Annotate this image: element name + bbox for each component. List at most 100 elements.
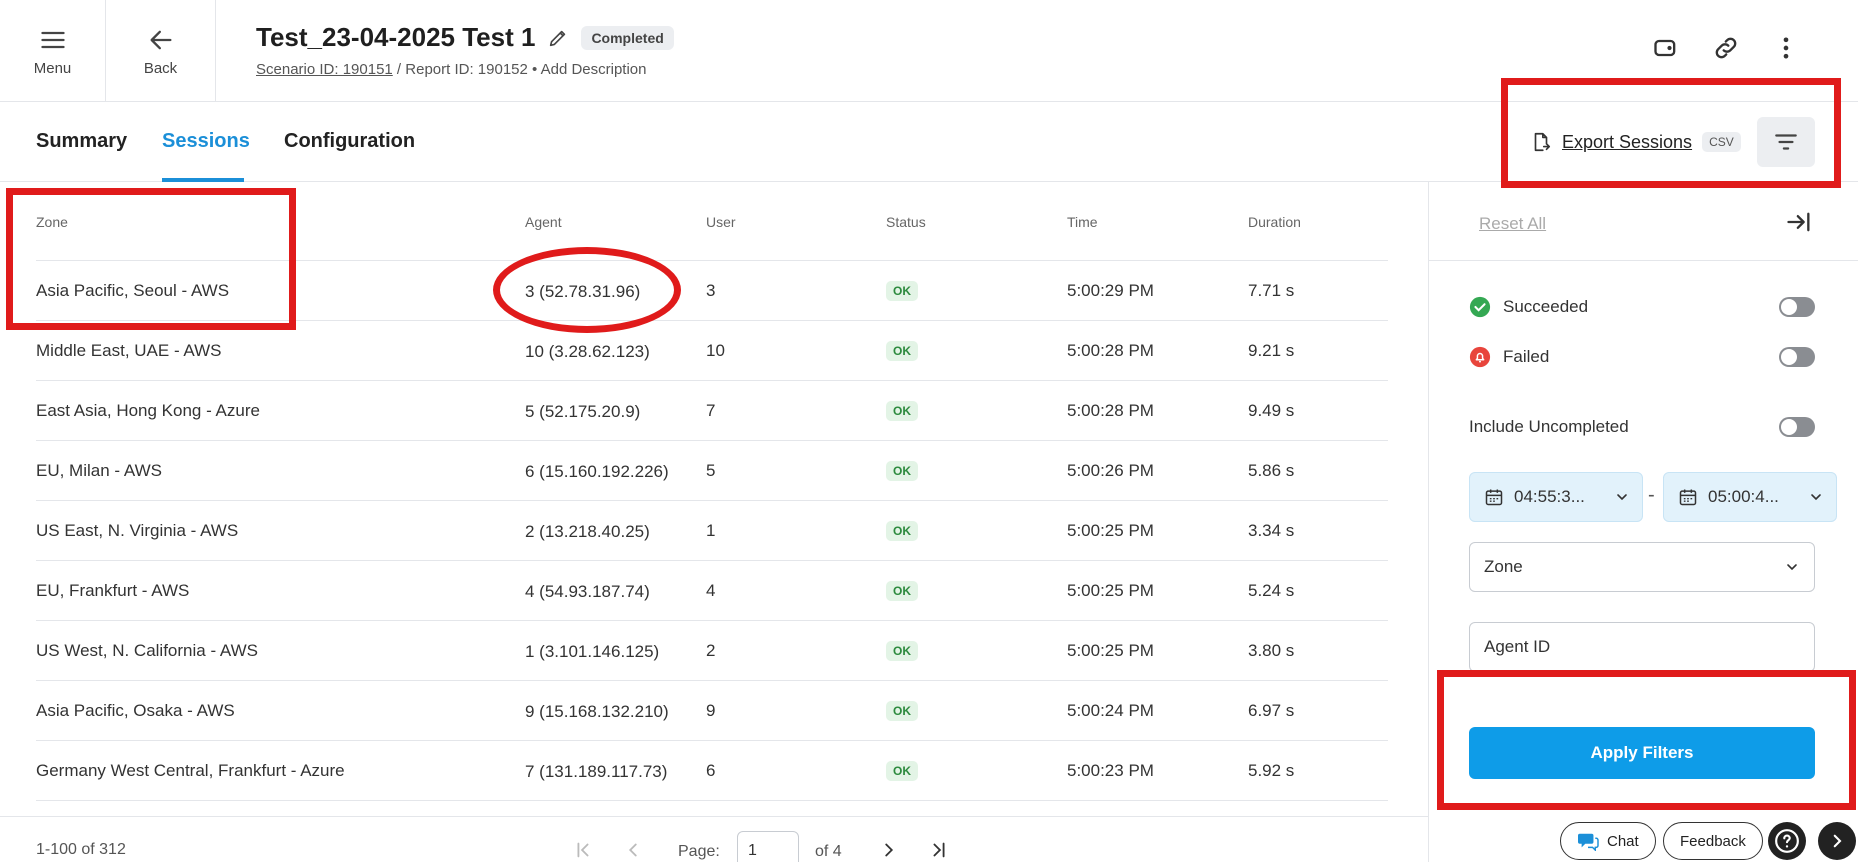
failed-filter: Failed — [1469, 342, 1815, 372]
chat-label: Chat — [1607, 832, 1639, 850]
table-row[interactable]: Germany West Central, Frankfurt - Azure 7… — [36, 741, 1388, 801]
failed-toggle[interactable] — [1779, 347, 1815, 367]
chevron-down-icon — [1811, 494, 1821, 501]
cell-agent: 2 (13.218.40.25) — [525, 521, 650, 541]
cell-status: OK — [886, 321, 918, 381]
cell-zone: Asia Pacific, Seoul - AWS — [36, 281, 230, 300]
tab-summary[interactable]: Summary — [36, 130, 127, 153]
cell-time: 5:00:25 PM — [1067, 641, 1154, 660]
cell-agent: 9 (15.168.132.210) — [525, 701, 669, 721]
total-pages-label: of 4 — [815, 843, 842, 860]
status-ok-badge: OK — [886, 641, 918, 661]
chevron-down-icon — [1617, 494, 1627, 501]
report-ids: Scenario ID: 190151 / Report ID: 190152 … — [256, 61, 674, 78]
pagination-bar: 1-100 of 312 Page: of 4 — [0, 816, 1428, 862]
back-button[interactable]: Back — [106, 0, 216, 102]
failed-label: Failed — [1503, 347, 1550, 366]
first-page-icon[interactable] — [572, 839, 594, 861]
cell-time: 5:00:26 PM — [1067, 461, 1154, 480]
status-ok-badge: OK — [886, 401, 918, 421]
cell-status: OK — [886, 561, 918, 621]
reset-all-link[interactable]: Reset All — [1479, 214, 1546, 234]
more-vertical-icon[interactable] — [1772, 34, 1800, 62]
arrow-left-icon — [150, 30, 171, 49]
apply-filters-button[interactable]: Apply Filters — [1469, 727, 1815, 779]
cell-status: OK — [886, 741, 918, 801]
cell-time: 5:00:25 PM — [1067, 581, 1154, 600]
cell-user: 2 — [706, 641, 716, 660]
table-row[interactable]: Middle East, UAE - AWS 10 (3.28.62.123) 10… — [36, 321, 1388, 381]
help-question-icon — [1775, 829, 1799, 853]
previous-page-icon[interactable] — [622, 839, 644, 861]
column-header-agent[interactable]: Agent — [525, 214, 562, 230]
page-number-input[interactable] — [737, 831, 799, 862]
help-button[interactable] — [1768, 822, 1806, 860]
cell-duration: 9.49 s — [1248, 401, 1295, 420]
include-uncompleted-toggle[interactable] — [1779, 417, 1815, 437]
menu-button[interactable]: Menu — [0, 0, 106, 102]
cell-duration: 5.24 s — [1248, 581, 1295, 600]
feedback-label: Feedback — [1680, 832, 1746, 850]
zone-select[interactable]: Zone — [1469, 542, 1815, 592]
cell-zone: Germany West Central, Frankfurt - Azure — [36, 761, 345, 780]
cell-user: 4 — [706, 581, 716, 600]
table-row[interactable]: Asia Pacific, Seoul - AWS 3 (52.78.31.96)… — [36, 261, 1388, 321]
date-range-separator: - — [1648, 484, 1655, 506]
export-sessions-button[interactable]: Export Sessions CSV — [1530, 131, 1741, 153]
status-ok-badge: OK — [886, 581, 918, 601]
cell-status: OK — [886, 501, 918, 561]
cell-duration: 3.34 s — [1248, 521, 1295, 540]
table-row[interactable]: EU, Milan - AWS 6 (15.160.192.226) 5 OK 5:00… — [36, 441, 1388, 501]
cell-zone: US East, N. Virginia - AWS — [36, 521, 239, 540]
status-ok-badge: OK — [886, 521, 918, 541]
cell-duration: 7.71 s — [1248, 281, 1295, 300]
cell-agent: 3 (52.78.31.96) — [525, 281, 641, 301]
tab-configuration[interactable]: Configuration — [284, 130, 415, 153]
agent-id-input[interactable] — [1469, 622, 1815, 672]
tab-sessions[interactable]: Sessions — [162, 130, 250, 153]
succeeded-label: Succeeded — [1503, 297, 1589, 316]
report-header: Test_23-04-2025 Test 1 Completed Scenari… — [256, 22, 674, 78]
table-row[interactable]: US East, N. Virginia - AWS 2 (13.218.40.2… — [36, 501, 1388, 561]
feedback-button[interactable]: Feedback — [1663, 822, 1763, 860]
scenario-id-link[interactable]: Scenario ID: 190151 — [256, 61, 393, 78]
column-header-status[interactable]: Status — [886, 214, 926, 230]
start-time-picker[interactable]: 04:55:3... — [1469, 472, 1643, 522]
column-header-duration[interactable]: Duration — [1248, 214, 1301, 230]
column-header-zone[interactable]: Zone — [36, 214, 68, 230]
menu-label: Menu — [33, 59, 72, 77]
chat-bubble-icon — [1578, 833, 1599, 851]
add-description-link[interactable]: Add Description — [541, 61, 647, 78]
table-row[interactable]: US West, N. California - AWS 1 (3.101.146… — [36, 621, 1388, 681]
chevron-down-icon — [1787, 564, 1797, 571]
column-header-time[interactable]: Time — [1067, 214, 1098, 230]
table-row[interactable]: East Asia, Hong Kong - Azure 5 (52.175.20… — [36, 381, 1388, 441]
edit-pencil-icon[interactable] — [547, 27, 569, 49]
cell-user: 6 — [706, 761, 716, 780]
end-time-picker[interactable]: 05:00:4... — [1663, 472, 1837, 522]
next-page-icon[interactable] — [878, 839, 900, 861]
last-page-icon[interactable] — [928, 839, 950, 861]
expand-drawer-button[interactable] — [1818, 822, 1856, 860]
table-row[interactable]: Asia Pacific, Osaka - AWS 9 (15.168.132.2… — [36, 681, 1388, 741]
table-row[interactable]: EU, Frankfurt - AWS 4 (54.93.187.74) 4 OK 5:… — [36, 561, 1388, 621]
include-uncompleted-filter: Include Uncompleted — [1469, 412, 1815, 442]
export-sessions-label[interactable]: Export Sessions — [1562, 132, 1692, 153]
chat-button[interactable]: Chat — [1560, 822, 1656, 860]
cell-duration: 9.21 s — [1248, 341, 1295, 360]
collapse-panel-icon[interactable] — [1785, 208, 1813, 236]
link-icon[interactable] — [1712, 34, 1740, 62]
cell-time: 5:00:24 PM — [1067, 701, 1154, 720]
top-bar: Menu Back Test_23-04-2025 Test 1 Complet… — [0, 0, 1858, 102]
cell-user: 7 — [706, 401, 716, 420]
column-header-user[interactable]: User — [706, 214, 736, 230]
cell-user: 3 — [706, 281, 716, 300]
sessions-table: Zone Agent User Status Time Duration Asi… — [0, 182, 1428, 817]
tag-icon[interactable] — [1652, 34, 1680, 62]
succeeded-toggle[interactable] — [1779, 297, 1815, 317]
start-time-value: 04:55:3... — [1514, 487, 1585, 506]
calendar-icon — [1485, 489, 1503, 506]
calendar-icon — [1679, 489, 1697, 506]
cell-zone: US West, N. California - AWS — [36, 641, 258, 660]
filter-toggle-button[interactable] — [1757, 117, 1815, 167]
